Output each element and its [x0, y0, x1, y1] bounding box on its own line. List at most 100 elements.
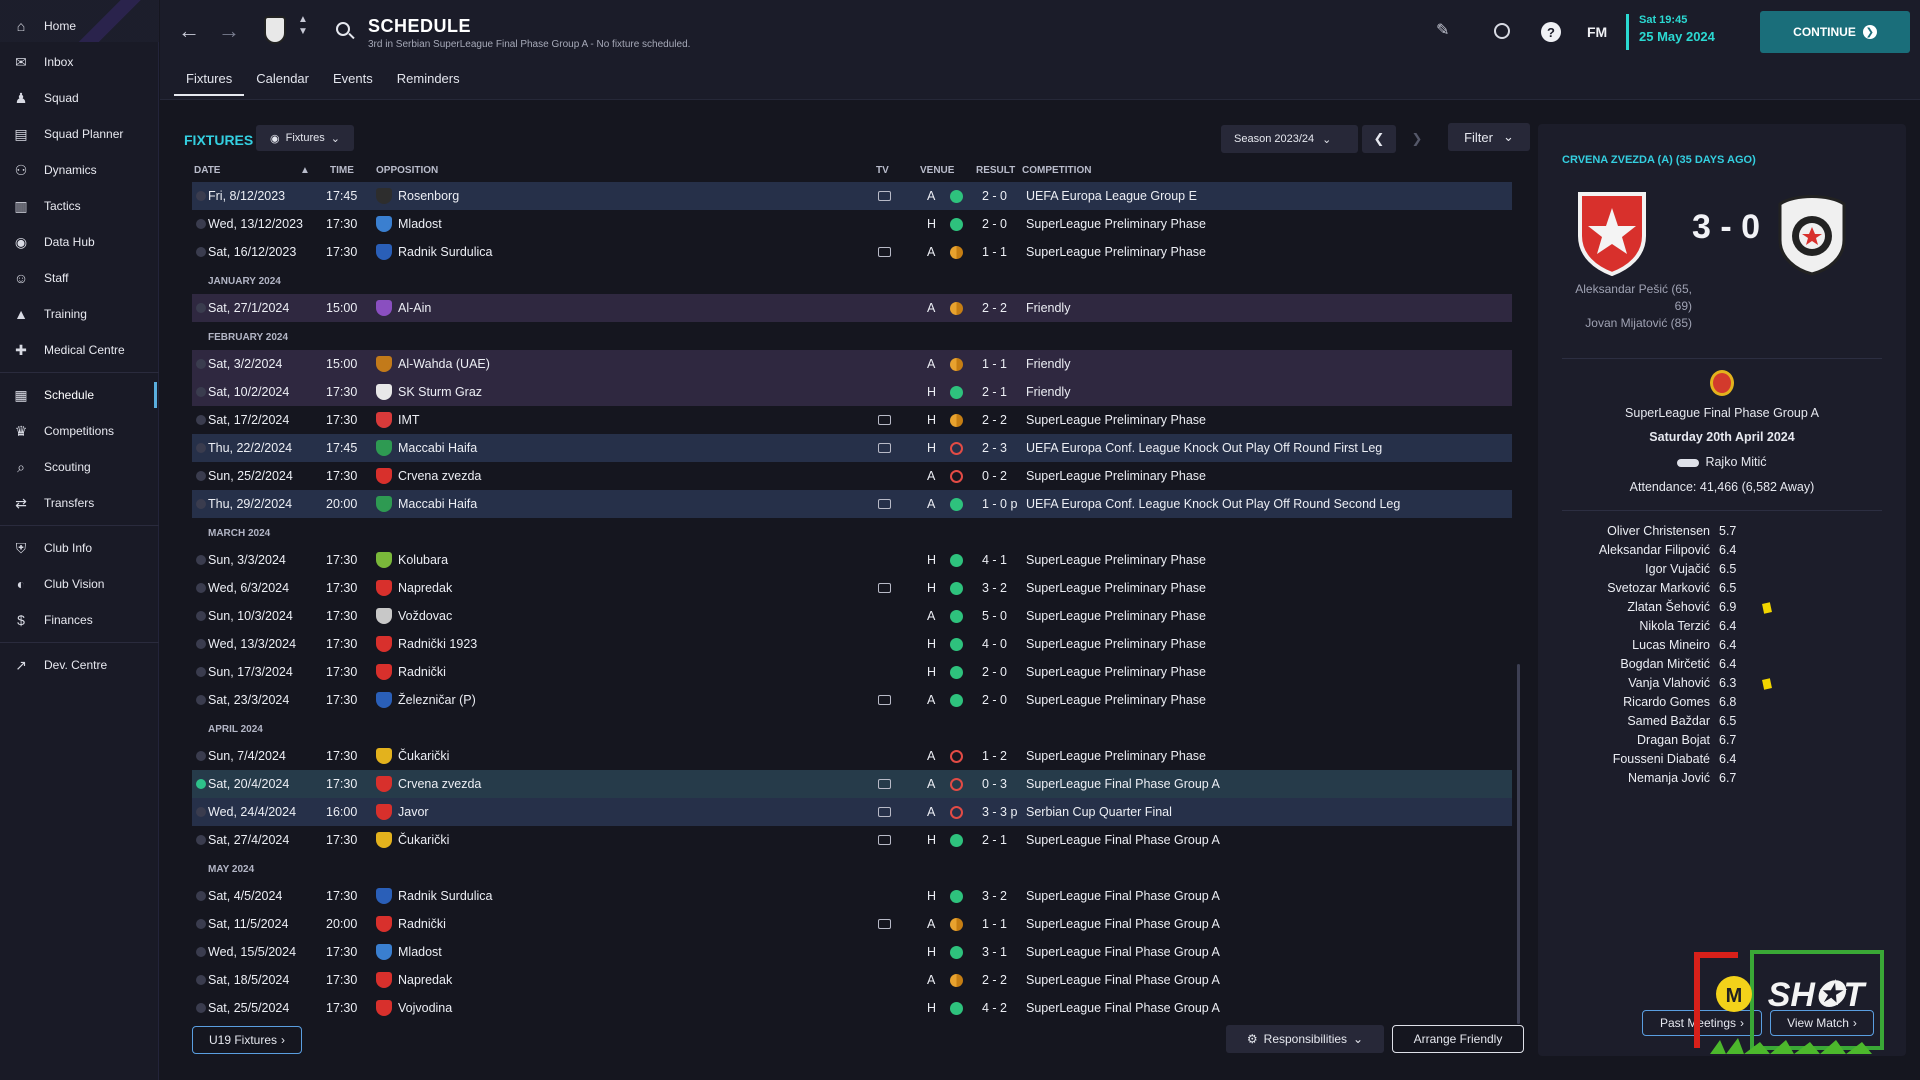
fixture-select-checkbox[interactable]: [196, 695, 206, 705]
fixture-row[interactable]: Wed, 13/12/2023 17:30 Mladost H 2 - 0 SuperLe…: [192, 210, 1512, 238]
fixture-row[interactable]: Sat, 27/4/2024 17:30 Čukarički H 2 - 1 SuperL…: [192, 826, 1512, 854]
player-rating-row[interactable]: Samed Baždar 6.5: [1562, 712, 1882, 731]
fixture-select-checkbox[interactable]: [196, 387, 206, 397]
arrange-friendly-button[interactable]: Arrange Friendly: [1392, 1025, 1524, 1053]
fixture-select-checkbox[interactable]: [196, 471, 206, 481]
fixture-select-checkbox[interactable]: [196, 1003, 206, 1013]
fixture-select-checkbox[interactable]: [196, 219, 206, 229]
fixture-row[interactable]: Thu, 29/2/2024 20:00 Maccabi Haifa A 1 - 0 p…: [192, 490, 1512, 518]
fixture-opposition[interactable]: Radnički 1923: [398, 637, 477, 651]
sidebar-item-transfers[interactable]: ⇄ Transfers: [0, 485, 159, 521]
fixture-select-checkbox[interactable]: [196, 247, 206, 257]
club-badge-icon[interactable]: [264, 16, 286, 44]
player-rating-row[interactable]: Svetozar Marković 6.5: [1562, 579, 1882, 598]
fixture-opposition[interactable]: Radnički: [398, 665, 446, 679]
sidebar-item-scouting[interactable]: ⌕ Scouting: [0, 449, 159, 485]
fixture-select-checkbox[interactable]: [196, 975, 206, 985]
fixture-select-checkbox[interactable]: [196, 639, 206, 649]
fixture-opposition[interactable]: Kolubara: [398, 553, 448, 567]
fixture-row[interactable]: Fri, 8/12/2023 17:45 Rosenborg A 2 - 0 UEFA E…: [192, 182, 1512, 210]
column-opposition[interactable]: OPPOSITION: [376, 165, 438, 176]
player-rating-row[interactable]: Lucas Mineiro 6.4: [1562, 636, 1882, 655]
sidebar-item-dev-centre[interactable]: ↗ Dev. Centre: [0, 647, 159, 683]
fixture-select-checkbox[interactable]: [196, 303, 206, 313]
next-season-button[interactable]: ❯: [1400, 125, 1434, 153]
player-rating-row[interactable]: Nikola Terzić 6.4: [1562, 617, 1882, 636]
fixture-select-checkbox[interactable]: [196, 611, 206, 621]
responsibilities-dropdown[interactable]: ⚙ Responsibilities ⌄: [1226, 1025, 1384, 1053]
fixture-opposition[interactable]: Rosenborg: [398, 189, 459, 203]
fixture-opposition[interactable]: Maccabi Haifa: [398, 441, 477, 455]
fixture-row[interactable]: Sat, 27/1/2024 15:00 Al-Ain A 2 - 2 Friendly: [192, 294, 1512, 322]
club-switch-icon[interactable]: ▲ ▼: [298, 14, 308, 38]
fixture-row[interactable]: Sat, 18/5/2024 17:30 Napredak A 2 - 2 SuperLe…: [192, 966, 1512, 994]
fixture-row[interactable]: Sat, 16/12/2023 17:30 Radnik Surdulica A 1 -…: [192, 238, 1512, 266]
fixture-opposition[interactable]: Crvena zvezda: [398, 469, 481, 483]
fixture-opposition[interactable]: Radnički: [398, 917, 446, 931]
fixture-row[interactable]: Sat, 23/3/2024 17:30 Železničar (P) A 2 - 0 S…: [192, 686, 1512, 714]
sidebar-item-club-info[interactable]: ⛨ Club Info: [0, 530, 159, 566]
u19-fixtures-button[interactable]: U19 Fixtures ›: [192, 1026, 302, 1054]
fixture-select-checkbox[interactable]: [196, 779, 206, 789]
sidebar-item-staff[interactable]: ☺ Staff: [0, 260, 159, 296]
back-arrow-icon[interactable]: ←: [178, 18, 200, 44]
fixture-select-checkbox[interactable]: [196, 443, 206, 453]
fixture-row[interactable]: Sat, 25/5/2024 17:30 Vojvodina H 4 - 2 SuperL…: [192, 994, 1512, 1022]
player-rating-row[interactable]: Nemanja Jović 6.7: [1562, 769, 1882, 788]
player-rating-row[interactable]: Vanja Vlahović 6.3: [1562, 674, 1882, 693]
sidebar-item-medical-centre[interactable]: ✚ Medical Centre: [0, 332, 159, 368]
player-rating-row[interactable]: Ricardo Gomes 6.8: [1562, 693, 1882, 712]
help-icon[interactable]: ?: [1541, 22, 1561, 42]
column-venue[interactable]: VENUE: [920, 165, 954, 176]
tab-calendar[interactable]: Calendar: [244, 68, 321, 96]
player-rating-row[interactable]: Bogdan Mirčetić 6.4: [1562, 655, 1882, 674]
player-rating-row[interactable]: Dragan Bojat 6.7: [1562, 731, 1882, 750]
sidebar-item-squad[interactable]: ♟ Squad: [0, 80, 159, 116]
sidebar-item-finances[interactable]: $ Finances: [0, 602, 159, 638]
sidebar-item-squad-planner[interactable]: ▤ Squad Planner: [0, 116, 159, 152]
sidebar-item-schedule[interactable]: ▦ Schedule: [0, 377, 159, 413]
fixture-opposition[interactable]: Radnik Surdulica: [398, 889, 493, 903]
fixture-row[interactable]: Sat, 11/5/2024 20:00 Radnički A 1 - 1 SuperLe…: [192, 910, 1512, 938]
fixture-opposition[interactable]: IMT: [398, 413, 420, 427]
fixture-select-checkbox[interactable]: [196, 499, 206, 509]
fixture-opposition[interactable]: SK Sturm Graz: [398, 385, 482, 399]
player-rating-row[interactable]: Zlatan Šehović 6.9: [1562, 598, 1882, 617]
fixture-opposition[interactable]: Al-Wahda (UAE): [398, 357, 490, 371]
fixture-select-checkbox[interactable]: [196, 807, 206, 817]
fixture-opposition[interactable]: Radnik Surdulica: [398, 245, 493, 259]
fixtures-view-dropdown[interactable]: ◉ Fixtures ⌄: [256, 125, 354, 151]
fixture-opposition[interactable]: Maccabi Haifa: [398, 497, 477, 511]
fixture-opposition[interactable]: Železničar (P): [398, 693, 476, 707]
player-rating-row[interactable]: Igor Vujačić 6.5: [1562, 560, 1882, 579]
fixture-row[interactable]: Sat, 10/2/2024 17:30 SK Sturm Graz H 2 - 1 Fr…: [192, 378, 1512, 406]
sidebar-item-tactics[interactable]: ▥ Tactics: [0, 188, 159, 224]
column-result[interactable]: RESULT: [976, 165, 1015, 176]
fixture-row[interactable]: Wed, 24/4/2024 16:00 Javor A 3 - 3 p Serbian …: [192, 798, 1512, 826]
fixture-select-checkbox[interactable]: [196, 555, 206, 565]
column-date[interactable]: DATE: [194, 165, 220, 176]
player-rating-row[interactable]: Aleksandar Filipović 6.4: [1562, 541, 1882, 560]
forward-arrow-icon[interactable]: →: [218, 18, 240, 44]
fixture-row[interactable]: Sun, 17/3/2024 17:30 Radnički H 2 - 0 SuperLe…: [192, 658, 1512, 686]
sort-ascending-icon[interactable]: ▲: [300, 165, 310, 176]
fixture-row[interactable]: Sun, 3/3/2024 17:30 Kolubara H 4 - 1 SuperLea…: [192, 546, 1512, 574]
fixture-row[interactable]: Sun, 25/2/2024 17:30 Crvena zvezda A 0 - 2 Su…: [192, 462, 1512, 490]
fixture-select-checkbox[interactable]: [196, 191, 206, 201]
previous-season-button[interactable]: ❮: [1362, 125, 1396, 153]
fixture-select-checkbox[interactable]: [196, 919, 206, 929]
scrollbar[interactable]: [1517, 664, 1520, 1024]
fixture-opposition[interactable]: Mladost: [398, 217, 442, 231]
fixture-opposition[interactable]: Vojvodina: [398, 1001, 452, 1015]
filter-dropdown[interactable]: Filter ⌄: [1448, 123, 1530, 151]
fixture-opposition[interactable]: Voždovac: [398, 609, 452, 623]
column-competition[interactable]: COMPETITION: [1022, 165, 1091, 176]
fixture-row[interactable]: Wed, 13/3/2024 17:30 Radnički 1923 H 4 - 0 Su…: [192, 630, 1512, 658]
continue-button[interactable]: CONTINUE ❯: [1760, 11, 1910, 53]
sidebar-item-dynamics[interactable]: ⚇ Dynamics: [0, 152, 159, 188]
fixture-row[interactable]: Thu, 22/2/2024 17:45 Maccabi Haifa H 2 - 3 UE…: [192, 434, 1512, 462]
fixture-select-checkbox[interactable]: [196, 415, 206, 425]
fixture-row[interactable]: Sun, 10/3/2024 17:30 Voždovac A 5 - 0 SuperLe…: [192, 602, 1512, 630]
tab-fixtures[interactable]: Fixtures: [174, 68, 245, 96]
tab-events[interactable]: Events: [321, 68, 385, 96]
